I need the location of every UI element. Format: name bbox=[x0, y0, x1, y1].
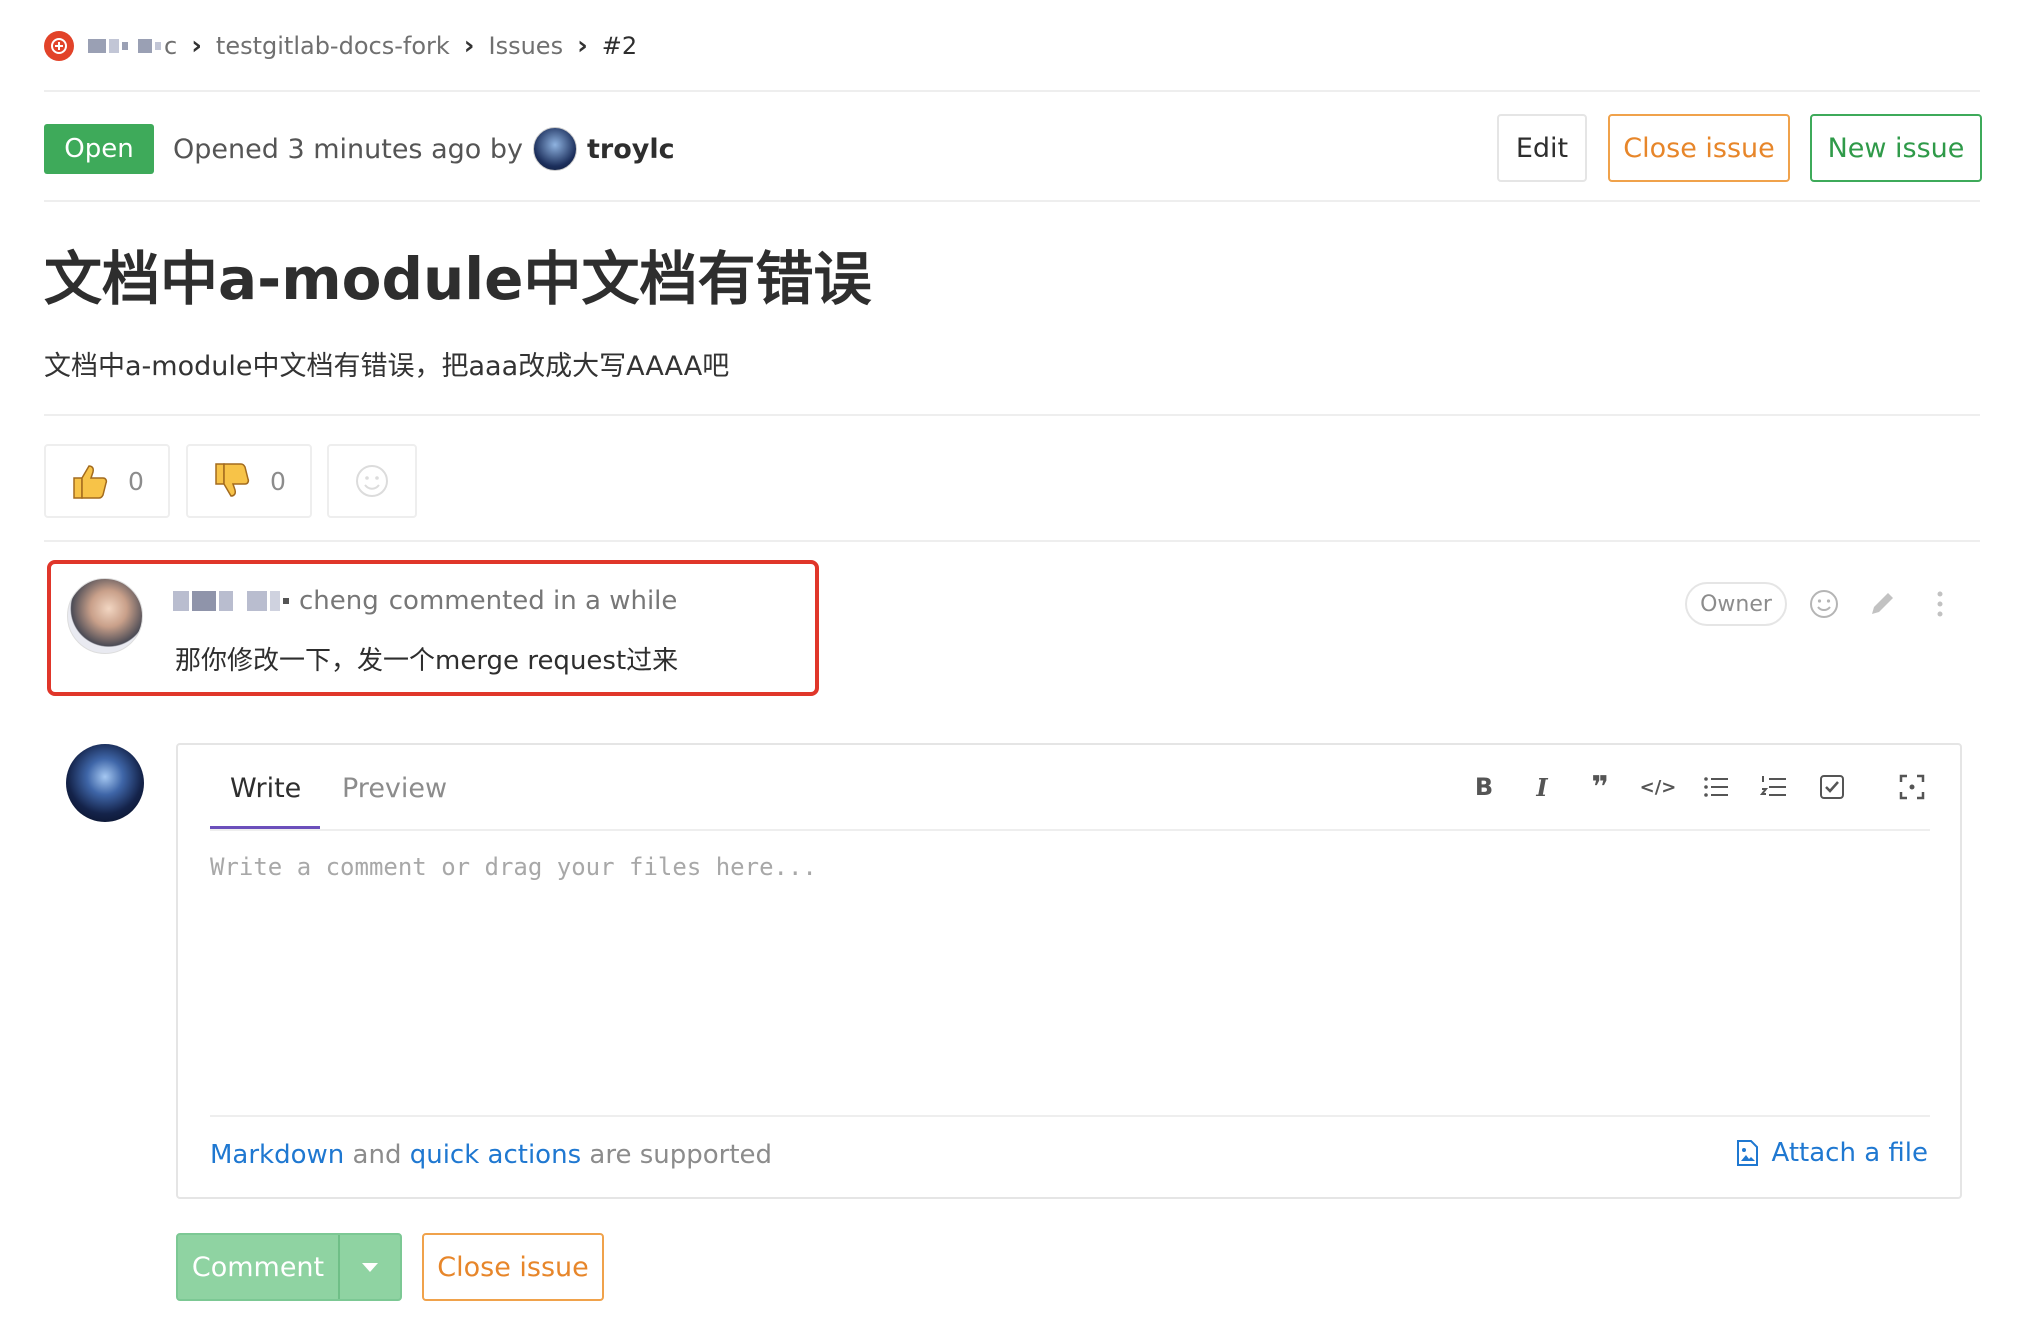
quick-actions-link[interactable]: quick actions bbox=[410, 1140, 581, 1170]
owner-badge: Owner bbox=[1685, 582, 1787, 626]
markdown-help: Markdown and quick actions are supported bbox=[210, 1140, 772, 1170]
breadcrumb-separator-icon: › bbox=[577, 31, 588, 61]
breadcrumb-issues[interactable]: Issues bbox=[489, 32, 564, 60]
smiley-icon bbox=[1810, 590, 1838, 618]
code-icon[interactable]: </> bbox=[1638, 767, 1678, 807]
quote-icon[interactable]: ❞ bbox=[1580, 767, 1620, 807]
task-list-icon[interactable] bbox=[1812, 767, 1852, 807]
breadcrumb: c › testgitlab-docs-fork › Issues › #2 bbox=[44, 28, 637, 64]
current-user-avatar[interactable] bbox=[66, 744, 144, 822]
opened-text: Opened 3 minutes ago by bbox=[173, 133, 523, 165]
status-badge: Open bbox=[44, 124, 154, 174]
thumbsup-icon bbox=[73, 465, 108, 499]
attach-label: Attach a file bbox=[1771, 1138, 1928, 1168]
comment-textarea[interactable] bbox=[210, 853, 1930, 1073]
close-issue-bottom-button[interactable]: Close issue bbox=[422, 1233, 604, 1301]
more-actions-button[interactable] bbox=[1920, 584, 1960, 624]
numbered-list-icon[interactable] bbox=[1754, 767, 1794, 807]
new-issue-button[interactable]: New issue bbox=[1810, 114, 1982, 182]
comment-button-group: Comment bbox=[176, 1233, 402, 1301]
breadcrumb-current[interactable]: #2 bbox=[602, 32, 637, 60]
divider bbox=[44, 414, 1980, 416]
tab-write[interactable]: Write bbox=[230, 773, 301, 804]
bold-icon[interactable]: B bbox=[1464, 767, 1504, 807]
attach-file-button[interactable]: Attach a file bbox=[1732, 1138, 1928, 1168]
edit-button[interactable]: Edit bbox=[1497, 114, 1587, 182]
smiley-icon bbox=[356, 465, 388, 497]
divider bbox=[44, 200, 1980, 202]
and-text: and bbox=[344, 1140, 410, 1170]
close-issue-button[interactable]: Close issue bbox=[1608, 114, 1790, 182]
author-link[interactable]: troylc bbox=[587, 134, 675, 165]
markdown-toolbar: B I ❞ </> bbox=[1464, 767, 1932, 807]
bullet-list-icon[interactable] bbox=[1696, 767, 1736, 807]
comment-button[interactable]: Comment bbox=[178, 1235, 340, 1299]
attach-image-icon bbox=[1736, 1140, 1758, 1166]
breadcrumb-separator-icon: › bbox=[191, 31, 202, 61]
highlight-box bbox=[47, 560, 819, 696]
author-avatar[interactable] bbox=[533, 127, 577, 171]
thumbsdown-award-button[interactable]: 0 bbox=[186, 444, 312, 518]
fullscreen-icon[interactable] bbox=[1892, 767, 1932, 807]
edit-note-button[interactable] bbox=[1862, 584, 1902, 624]
thumbsup-award-button[interactable]: 0 bbox=[44, 444, 170, 518]
divider bbox=[210, 829, 1930, 831]
add-reaction-note-button[interactable] bbox=[1804, 584, 1844, 624]
tab-preview[interactable]: Preview bbox=[342, 773, 447, 804]
divider bbox=[210, 1115, 1930, 1117]
divider bbox=[44, 540, 1980, 542]
pencil-icon bbox=[1872, 593, 1893, 614]
breadcrumb-separator-icon: › bbox=[463, 31, 475, 61]
markdown-link[interactable]: Markdown bbox=[210, 1140, 344, 1170]
divider bbox=[44, 90, 1980, 92]
issue-title: 文档中a-module中文档有错误 bbox=[44, 245, 872, 313]
comment-editor: Write Preview B I ❞ </> Markdown and qui… bbox=[176, 743, 1962, 1199]
supported-text: are supported bbox=[581, 1140, 773, 1170]
group-name-redacted[interactable]: c bbox=[88, 32, 177, 60]
breadcrumb-project[interactable]: testgitlab-docs-fork bbox=[216, 32, 450, 60]
group-avatar-icon[interactable] bbox=[44, 31, 74, 61]
thumbsdown-icon bbox=[215, 463, 250, 497]
thumbsdown-count: 0 bbox=[270, 466, 286, 496]
comment-type-dropdown[interactable] bbox=[340, 1235, 400, 1299]
caret-down-icon bbox=[362, 1262, 378, 1272]
add-reaction-button[interactable] bbox=[327, 444, 417, 518]
issue-description: 文档中a-module中文档有错误，把aaa改成大写AAAA吧 bbox=[44, 351, 730, 382]
thumbsup-count: 0 bbox=[128, 466, 144, 496]
issue-meta: Opened 3 minutes ago by troylc bbox=[173, 127, 675, 171]
kebab-icon bbox=[1937, 591, 1943, 617]
italic-icon[interactable]: I bbox=[1522, 767, 1562, 807]
breadcrumb-group[interactable]: c bbox=[164, 32, 177, 60]
